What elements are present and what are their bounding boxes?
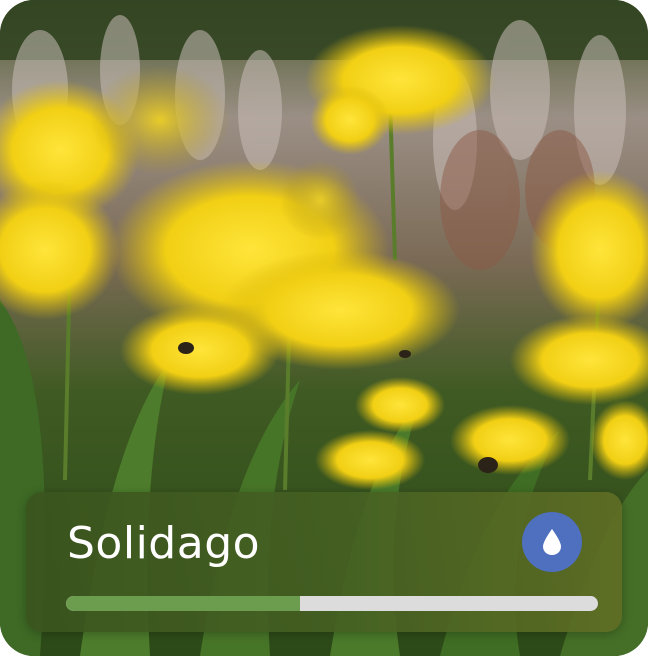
plant-name: Solidago xyxy=(67,518,261,569)
plant-card[interactable]: Solidago xyxy=(0,0,648,656)
moisture-progress-fill xyxy=(66,596,301,611)
water-button[interactable] xyxy=(522,512,582,572)
moisture-progress-bar xyxy=(66,596,598,611)
water-drop-icon xyxy=(543,529,561,555)
plant-info-panel: Solidago xyxy=(26,492,622,632)
